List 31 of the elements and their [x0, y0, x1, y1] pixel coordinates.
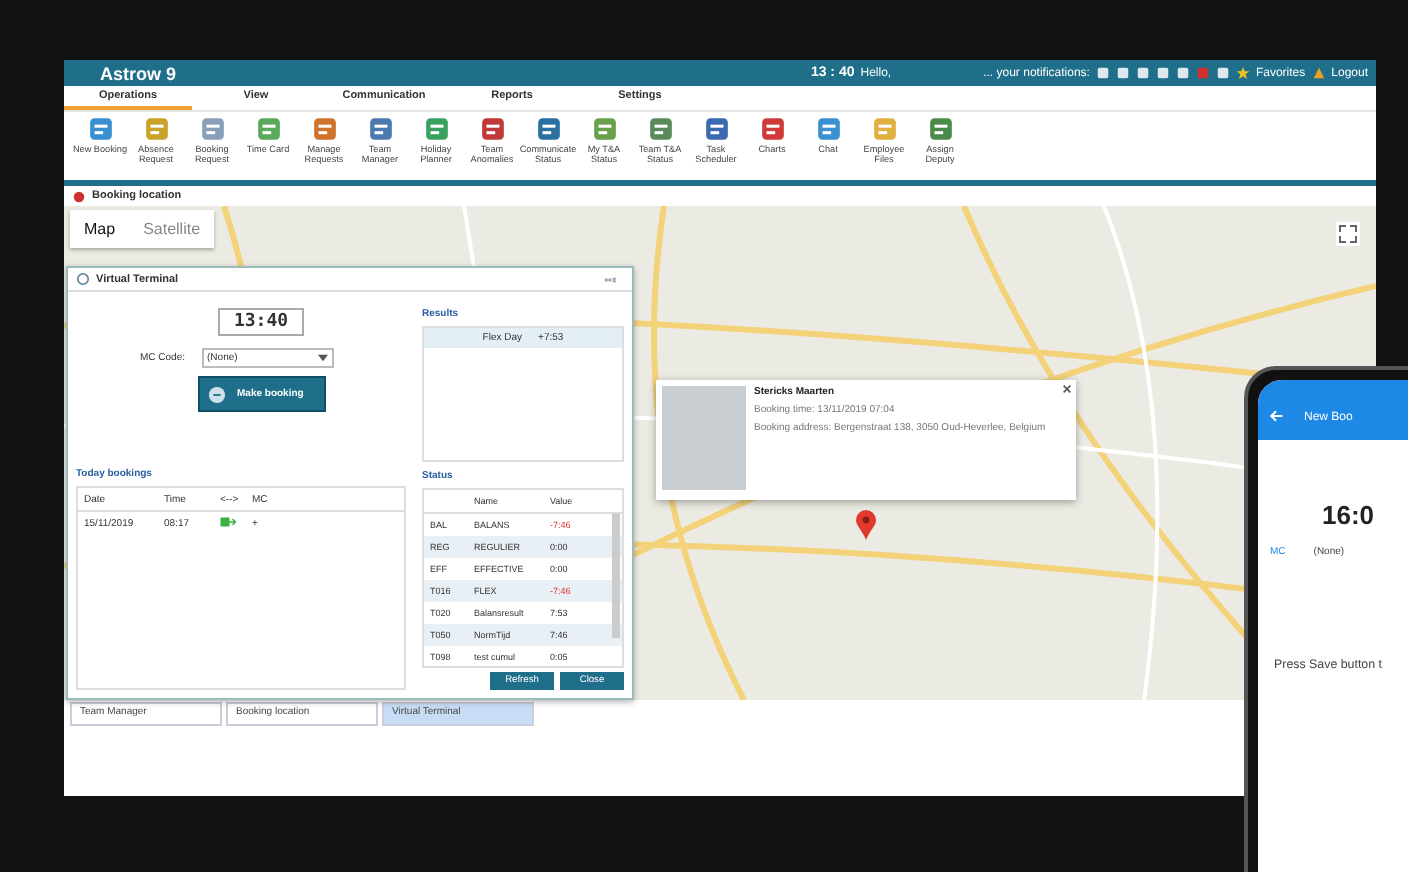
scrollbar[interactable]	[612, 514, 620, 638]
back-arrow-icon[interactable]	[1268, 408, 1284, 424]
app-icon	[815, 116, 841, 142]
app-icon	[647, 116, 673, 142]
fullscreen-icon[interactable]	[1336, 222, 1360, 246]
clock-display: 13:40	[217, 308, 305, 336]
app-icon	[535, 116, 561, 142]
app-icon	[423, 116, 449, 142]
warning-icon[interactable]	[1311, 66, 1326, 80]
app-icon	[87, 116, 113, 142]
app-icon	[703, 116, 729, 142]
app-icon	[871, 116, 897, 142]
map-type-tab[interactable]: Satellite	[129, 210, 215, 248]
app-icon	[479, 116, 505, 142]
app-icon	[255, 116, 281, 142]
app-icon	[367, 116, 393, 142]
app-icon	[591, 116, 617, 142]
star-icon	[1235, 66, 1250, 80]
app-icon	[759, 116, 785, 142]
map-pin-icon[interactable]	[856, 510, 876, 540]
close-icon[interactable]	[1062, 384, 1072, 394]
app-icon	[927, 116, 953, 142]
caret-icon	[317, 354, 328, 362]
app-logo: Astrow 9	[100, 63, 177, 83]
map-type-tab[interactable]: Map	[70, 210, 130, 248]
app-icon	[199, 116, 225, 142]
entry-icon	[220, 515, 236, 527]
photo-placeholder	[662, 386, 746, 490]
app-icon	[311, 116, 337, 142]
clock-text: 16:0	[1322, 500, 1377, 530]
app-icon	[143, 116, 169, 142]
